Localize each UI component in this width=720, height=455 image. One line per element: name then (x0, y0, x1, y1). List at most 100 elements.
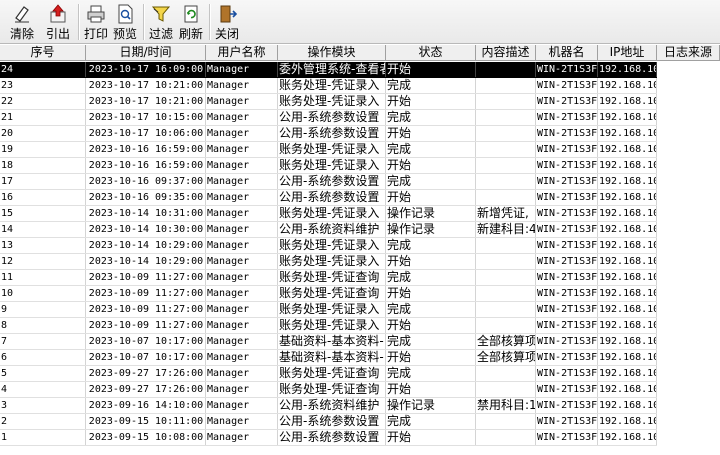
cell-module: 账务处理-凭证录入 (278, 142, 386, 157)
cell-id: 22 (0, 94, 86, 109)
cell-desc (476, 62, 536, 77)
table-row[interactable]: 21 2023-10-17 10:15:00 Manager 公用-系统参数设置 完成 W… (0, 110, 657, 126)
cell-ip: 192.168.10 (599, 286, 657, 301)
cell-module: 账务处理-凭证录入 (278, 94, 386, 109)
cell-desc (476, 158, 536, 173)
table-row[interactable]: 4 2023-09-27 17:26:00 Manager 账务处理-凭证查询 开始 WI… (0, 382, 657, 398)
col-header-ip[interactable]: IP地址 (598, 45, 657, 60)
close-button[interactable]: 关闭 (213, 2, 241, 42)
toolbar: 清除 引出 打印 预览 过滤 刷新 关闭 (0, 0, 720, 44)
col-header-module[interactable]: 操作模块 (278, 45, 386, 60)
cell-datetime: 2023-10-09 11:27:00 (86, 286, 206, 301)
cell-module: 公用-系统参数设置 (278, 414, 386, 429)
cell-id: 9 (0, 302, 86, 317)
cell-datetime: 2023-10-16 09:35:00 (86, 190, 206, 205)
cell-ip: 192.168.10 (599, 302, 657, 317)
cell-machine: WIN-2T1S3F (537, 110, 598, 125)
cell-module: 账务处理-凭证查询 (278, 286, 386, 301)
print-label: 打印 (83, 27, 108, 41)
cell-id: 17 (0, 174, 86, 189)
cell-desc: 新建科目:4 (477, 222, 536, 237)
cell-user: Manager (206, 190, 278, 205)
col-header-source[interactable]: 日志来源 (657, 45, 720, 60)
cell-datetime: 2023-10-16 16:59:00 (86, 142, 206, 157)
cell-ip: 192.168.10 (599, 78, 657, 93)
table-row[interactable]: 9 2023-10-09 11:27:00 Manager 账务处理-凭证录入 完成 WI… (0, 302, 657, 318)
cell-user: Manager (206, 62, 278, 77)
table-row[interactable]: 22 2023-10-17 10:21:00 Manager 账务处理-凭证录入 开始 W… (0, 94, 657, 110)
table-row[interactable]: 23 2023-10-17 10:21:00 Manager 账务处理-凭证录入 完成 W… (0, 78, 657, 94)
col-header-user[interactable]: 用户名称 (206, 45, 278, 60)
col-header-id[interactable]: 序号 (0, 45, 86, 60)
cell-module: 公用-系统参数设置 (278, 126, 386, 141)
filter-icon (151, 6, 171, 22)
table-row[interactable]: 16 2023-10-16 09:35:00 Manager 公用-系统参数设置 开始 W… (0, 190, 657, 206)
cell-status: 开始 (386, 286, 476, 301)
col-header-datetime[interactable]: 日期/时间 (86, 45, 206, 60)
table-row[interactable]: 19 2023-10-16 16:59:00 Manager 账务处理-凭证录入 完成 W… (0, 142, 657, 158)
cell-ip: 192.168.10 (599, 238, 657, 253)
filter-button[interactable]: 过滤 (147, 2, 175, 42)
cell-machine: WIN-2T1S3F (537, 302, 598, 317)
cell-status: 完成 (386, 366, 476, 381)
cell-ip: 192.168.10 (599, 94, 657, 109)
filter-label: 过滤 (148, 27, 173, 41)
clear-button[interactable]: 清除 (8, 2, 36, 42)
cell-status: 完成 (386, 302, 476, 317)
table-row[interactable]: 11 2023-10-09 11:27:00 Manager 账务处理-凭证查询 完成 W… (0, 270, 657, 286)
cell-module: 公用-系统参数设置 (278, 174, 386, 189)
cell-status: 完成 (386, 334, 476, 349)
table-row[interactable]: 5 2023-09-27 17:26:00 Manager 账务处理-凭证查询 完成 WI… (0, 366, 657, 382)
table-row[interactable]: 18 2023-10-16 16:59:00 Manager 账务处理-凭证录入 开始 W… (0, 158, 657, 174)
cell-machine: WIN-2T1S3F (537, 286, 598, 301)
export-button[interactable]: 引出 (44, 2, 72, 42)
close-label: 关闭 (214, 27, 239, 41)
cell-user: Manager (206, 238, 278, 253)
cell-module: 账务处理-凭证录入 (278, 238, 386, 253)
table-row[interactable]: 2 2023-09-15 10:11:00 Manager 公用-系统参数设置 完成 WI… (0, 414, 657, 430)
table-row[interactable]: 20 2023-10-17 10:06:00 Manager 公用-系统参数设置 开始 W… (0, 126, 657, 142)
cell-user: Manager (206, 414, 278, 429)
cell-user: Manager (206, 318, 278, 333)
table-row[interactable]: 17 2023-10-16 09:37:00 Manager 公用-系统参数设置 完成 W… (0, 174, 657, 190)
table-row[interactable]: 15 2023-10-14 10:31:00 Manager 账务处理-凭证录入 操作记… (0, 206, 657, 222)
cell-module: 账务处理-凭证录入 (278, 158, 386, 173)
cell-id: 19 (0, 142, 86, 157)
table-row[interactable]: 6 2023-10-07 10:17:00 Manager 基础资料-基本资料- 开始全… (0, 350, 657, 366)
cell-ip: 192.168.10 (599, 350, 657, 365)
table-row[interactable]: 13 2023-10-14 10:29:00 Manager 账务处理-凭证录入 完成 W… (0, 238, 657, 254)
table-row[interactable]: 10 2023-10-09 11:27:00 Manager 账务处理-凭证查询 开始 W… (0, 286, 657, 302)
table-row[interactable]: 8 2023-10-09 11:27:00 Manager 账务处理-凭证录入 开始 WI… (0, 318, 657, 334)
cell-ip: 192.168.10 (599, 366, 657, 381)
cell-desc (476, 286, 536, 301)
table-row[interactable]: 24 2023-10-17 16:09:00 Manager 委外管理系统-查看者 开始… (0, 62, 657, 78)
cell-ip: 192.168.10 (599, 382, 657, 397)
table-row[interactable]: 14 2023-10-14 10:30:00 Manager 公用-系统资料维护 操作记… (0, 222, 657, 238)
cell-datetime: 2023-09-16 14:10:00 (86, 398, 206, 413)
cell-ip: 192.168.10 (599, 110, 657, 125)
cell-user: Manager (206, 126, 278, 141)
table-row[interactable]: 3 2023-09-16 14:10:00 Manager 公用-系统资料维护 操作记录… (0, 398, 657, 414)
table-row[interactable]: 12 2023-10-14 10:29:00 Manager 账务处理-凭证录入 开始 W… (0, 254, 657, 270)
cell-machine: WIN-2T1S3F (537, 222, 598, 237)
cell-module: 公用-系统参数设置 (278, 190, 386, 205)
cell-ip: 192.168.10 (599, 398, 657, 413)
col-header-status[interactable]: 状态 (386, 45, 476, 60)
cell-machine: WIN-2T1S3F (537, 206, 598, 221)
cell-status: 开始 (386, 190, 476, 205)
cell-datetime: 2023-10-14 10:29:00 (86, 238, 206, 253)
print-button[interactable]: 打印 (82, 2, 110, 42)
table-row[interactable]: 1 2023-09-15 10:08:00 Manager 公用-系统参数设置 开始 WI… (0, 430, 657, 446)
col-header-machine[interactable]: 机器名 (536, 45, 598, 60)
preview-button[interactable]: 预览 (111, 2, 139, 42)
cell-datetime: 2023-09-15 10:08:00 (86, 430, 206, 445)
cell-id: 7 (0, 334, 86, 349)
cell-status: 操作记录 (386, 222, 476, 237)
refresh-button[interactable]: 刷新 (177, 2, 205, 42)
cell-id: 4 (0, 382, 86, 397)
cell-datetime: 2023-10-16 16:59:00 (86, 158, 206, 173)
log-grid[interactable]: 序号 日期/时间 用户名称 操作模块 状态 内容描述 机器名 IP地址 日志来源… (0, 45, 720, 455)
col-header-desc[interactable]: 内容描述 (476, 45, 536, 60)
table-row[interactable]: 7 2023-10-07 10:17:00 Manager 基础资料-基本资料- 完成全… (0, 334, 657, 350)
cell-machine: WIN-2T1S3F (537, 334, 598, 349)
